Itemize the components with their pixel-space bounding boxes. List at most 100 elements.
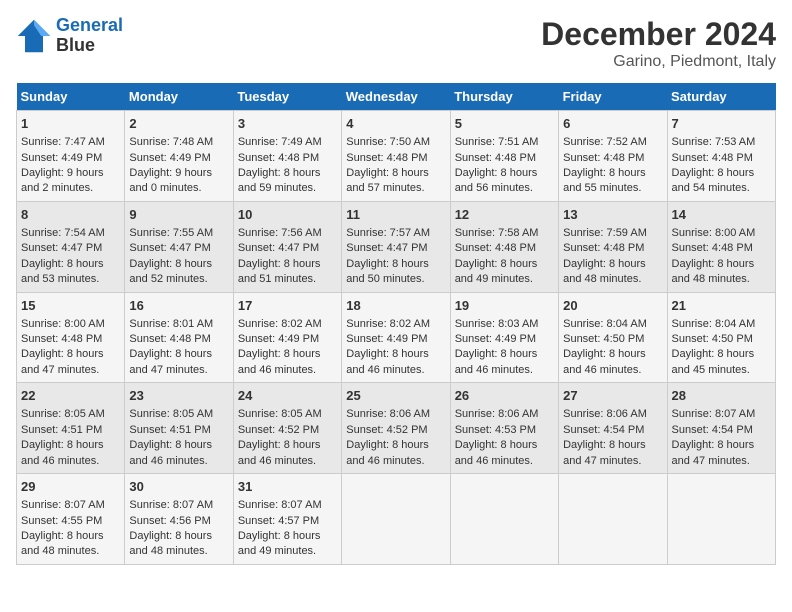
day-number: 21 (672, 297, 771, 315)
day-info-line: Daylight: 9 hours (21, 167, 104, 179)
day-info-line: and 47 minutes. (563, 455, 641, 467)
calendar-day-cell: 3Sunrise: 7:49 AMSunset: 4:48 PMDaylight… (233, 111, 341, 202)
weekday-header-cell: Friday (559, 83, 667, 111)
calendar-day-cell: 6Sunrise: 7:52 AMSunset: 4:48 PMDaylight… (559, 111, 667, 202)
day-info-line: and 55 minutes. (563, 182, 641, 194)
day-info-line: and 47 minutes. (129, 364, 207, 376)
day-info-line: Sunset: 4:48 PM (21, 333, 102, 345)
calendar-table: SundayMondayTuesdayWednesdayThursdayFrid… (16, 83, 776, 565)
calendar-day-cell: 23Sunrise: 8:05 AMSunset: 4:51 PMDayligh… (125, 383, 233, 474)
weekday-header-cell: Tuesday (233, 83, 341, 111)
day-number: 9 (129, 206, 228, 224)
weekday-header-cell: Monday (125, 83, 233, 111)
day-info-line: Sunset: 4:57 PM (238, 515, 319, 527)
day-info-line: Sunset: 4:51 PM (129, 424, 210, 436)
calendar-day-cell: 30Sunrise: 8:07 AMSunset: 4:56 PMDayligh… (125, 474, 233, 565)
day-info-line: Sunset: 4:49 PM (129, 152, 210, 164)
day-info-line: and 46 minutes. (238, 364, 316, 376)
day-info-line: Sunrise: 7:47 AM (21, 136, 105, 148)
day-number: 6 (563, 115, 662, 133)
day-info-line: Sunset: 4:51 PM (21, 424, 102, 436)
day-info-line: and 46 minutes. (455, 364, 533, 376)
weekday-header-row: SundayMondayTuesdayWednesdayThursdayFrid… (17, 83, 776, 111)
calendar-day-cell: 13Sunrise: 7:59 AMSunset: 4:48 PMDayligh… (559, 201, 667, 292)
day-info-line: Daylight: 8 hours (238, 530, 321, 542)
day-info-line: Sunrise: 8:05 AM (21, 408, 105, 420)
day-info-line: Sunset: 4:49 PM (238, 333, 319, 345)
day-info-line: Sunrise: 8:01 AM (129, 318, 213, 330)
day-info-line: Sunset: 4:49 PM (455, 333, 536, 345)
day-info-line: Sunset: 4:48 PM (455, 152, 536, 164)
calendar-day-cell: 9Sunrise: 7:55 AMSunset: 4:47 PMDaylight… (125, 201, 233, 292)
day-number: 18 (346, 297, 445, 315)
day-info-line: and 2 minutes. (21, 182, 93, 194)
weekday-header-cell: Wednesday (342, 83, 450, 111)
page-header: General Blue December 2024 Garino, Piedm… (16, 16, 776, 71)
day-number: 8 (21, 206, 120, 224)
day-info-line: Sunset: 4:48 PM (672, 152, 753, 164)
day-number: 3 (238, 115, 337, 133)
day-info-line: Sunrise: 8:04 AM (672, 318, 756, 330)
day-info-line: and 47 minutes. (21, 364, 99, 376)
day-info-line: Daylight: 8 hours (672, 167, 755, 179)
day-info-line: Daylight: 8 hours (455, 258, 538, 270)
weekday-header-cell: Thursday (450, 83, 558, 111)
day-number: 7 (672, 115, 771, 133)
calendar-day-cell: 28Sunrise: 8:07 AMSunset: 4:54 PMDayligh… (667, 383, 775, 474)
day-info-line: Daylight: 8 hours (129, 348, 212, 360)
calendar-week-row: 22Sunrise: 8:05 AMSunset: 4:51 PMDayligh… (17, 383, 776, 474)
calendar-day-cell: 14Sunrise: 8:00 AMSunset: 4:48 PMDayligh… (667, 201, 775, 292)
weekday-header-cell: Saturday (667, 83, 775, 111)
logo: General Blue (16, 16, 123, 56)
day-number: 14 (672, 206, 771, 224)
day-number: 15 (21, 297, 120, 315)
day-info-line: Daylight: 8 hours (563, 167, 646, 179)
day-info-line: Daylight: 8 hours (672, 258, 755, 270)
calendar-body: 1Sunrise: 7:47 AMSunset: 4:49 PMDaylight… (17, 111, 776, 565)
calendar-day-cell: 10Sunrise: 7:56 AMSunset: 4:47 PMDayligh… (233, 201, 341, 292)
day-info-line: Sunrise: 8:07 AM (672, 408, 756, 420)
day-number: 11 (346, 206, 445, 224)
day-info-line: and 46 minutes. (455, 455, 533, 467)
day-info-line: Sunrise: 8:05 AM (129, 408, 213, 420)
day-info-line: and 46 minutes. (346, 364, 424, 376)
day-info-line: Sunset: 4:55 PM (21, 515, 102, 527)
day-info-line: Sunset: 4:54 PM (672, 424, 753, 436)
day-info-line: Daylight: 8 hours (21, 439, 104, 451)
calendar-week-row: 15 Sunrise: 8:00 AM Sunset: 4:48 PM Dayligh… (17, 292, 776, 383)
day-info-line: Sunrise: 7:57 AM (346, 227, 430, 239)
day-info-line: Sunset: 4:48 PM (672, 242, 753, 254)
calendar-week-row: 29Sunrise: 8:07 AMSunset: 4:55 PMDayligh… (17, 474, 776, 565)
day-info-line: Daylight: 8 hours (346, 167, 429, 179)
day-info-line: and 48 minutes. (21, 545, 99, 557)
day-info-line: and 46 minutes. (21, 455, 99, 467)
day-info-line: Daylight: 8 hours (238, 439, 321, 451)
day-info-line: Sunset: 4:48 PM (563, 242, 644, 254)
day-info-line: Daylight: 8 hours (129, 258, 212, 270)
day-info-line: and 45 minutes. (672, 364, 750, 376)
title-block: December 2024 Garino, Piedmont, Italy (541, 16, 776, 71)
day-info-line: Sunset: 4:47 PM (21, 242, 102, 254)
calendar-day-cell: 20Sunrise: 8:04 AMSunset: 4:50 PMDayligh… (559, 292, 667, 383)
day-info-line: Sunrise: 8:00 AM (21, 318, 105, 330)
day-number: 29 (21, 478, 120, 496)
calendar-day-cell (559, 474, 667, 565)
calendar-day-cell: 27Sunrise: 8:06 AMSunset: 4:54 PMDayligh… (559, 383, 667, 474)
day-info-line: Sunrise: 8:06 AM (455, 408, 539, 420)
weekday-header-cell: Sunday (17, 83, 125, 111)
day-info-line: Daylight: 8 hours (21, 530, 104, 542)
day-info-line: Daylight: 8 hours (21, 348, 104, 360)
calendar-day-cell: 25Sunrise: 8:06 AMSunset: 4:52 PMDayligh… (342, 383, 450, 474)
day-number: 23 (129, 387, 228, 405)
day-info-line: and 52 minutes. (129, 273, 207, 285)
day-number: 17 (238, 297, 337, 315)
day-info-line: Sunrise: 7:59 AM (563, 227, 647, 239)
day-info-line: Daylight: 8 hours (672, 439, 755, 451)
day-number: 5 (455, 115, 554, 133)
day-number: 25 (346, 387, 445, 405)
day-info-line: Sunrise: 8:04 AM (563, 318, 647, 330)
day-info-line: Daylight: 8 hours (455, 167, 538, 179)
day-info-line: and 59 minutes. (238, 182, 316, 194)
day-number: 27 (563, 387, 662, 405)
day-info-line: Sunset: 4:49 PM (346, 333, 427, 345)
